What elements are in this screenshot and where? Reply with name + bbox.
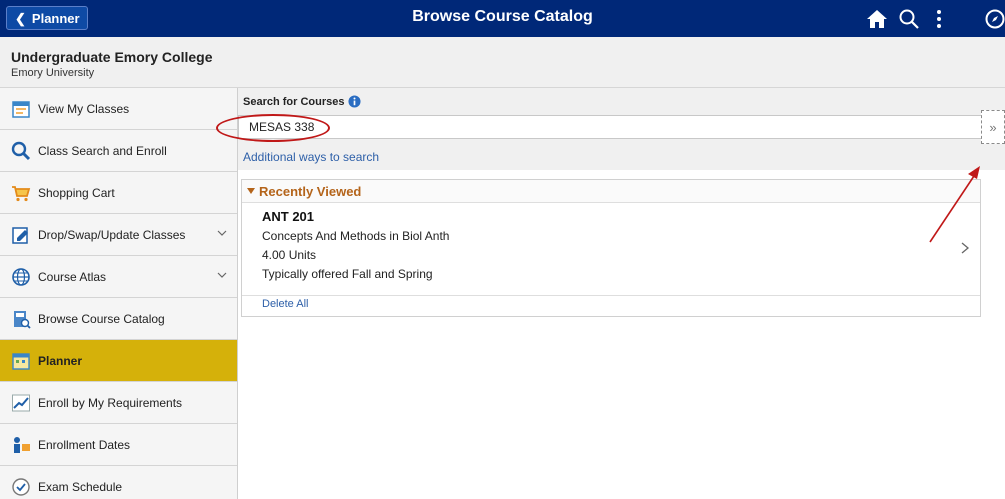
search-panel: Search for Courses » Additional ways to … bbox=[238, 88, 1005, 170]
sidebar-item-view-my-classes[interactable]: View My Classes bbox=[0, 88, 237, 130]
search-label-text: Search for Courses bbox=[243, 95, 345, 108]
sidebar-item-enrollment-dates[interactable]: Enrollment Dates bbox=[0, 424, 237, 466]
sidebar-item-label: Enrollment Dates bbox=[38, 437, 131, 452]
actions-menu-icon[interactable] bbox=[928, 8, 950, 30]
sidebar-item-class-search[interactable]: Class Search and Enroll bbox=[0, 130, 237, 172]
annotation-arrow bbox=[929, 166, 980, 243]
chevron-down-icon bbox=[217, 272, 227, 278]
sidebar-item-shopping-cart[interactable]: Shopping Cart bbox=[0, 172, 237, 214]
sidebar-item-label: View My Classes bbox=[38, 101, 130, 116]
recently-viewed-header[interactable]: Recently Viewed bbox=[242, 180, 980, 203]
career-name: Undergraduate Emory College bbox=[11, 49, 213, 65]
calendar-icon bbox=[12, 100, 30, 118]
recently-viewed-heading: Recently Viewed bbox=[259, 183, 362, 199]
globe-icon bbox=[12, 267, 30, 286]
edit-document-icon bbox=[12, 226, 28, 244]
course-code: ANT 201 bbox=[262, 209, 315, 224]
sidebar-item-enroll-by-requirements[interactable]: Enroll by My Requirements bbox=[0, 382, 237, 424]
career-header: Undergraduate Emory College Emory Univer… bbox=[0, 37, 1005, 88]
search-icon[interactable] bbox=[898, 8, 920, 30]
magnifier-icon bbox=[11, 141, 31, 160]
additional-ways-to-search-link[interactable]: Additional ways to search bbox=[243, 150, 379, 164]
sidebar-item-label: Enroll by My Requirements bbox=[38, 395, 183, 410]
search-go-button[interactable]: » bbox=[981, 110, 1005, 144]
sidebar-item-exam-schedule[interactable]: Exam Schedule bbox=[0, 466, 237, 499]
info-icon[interactable] bbox=[348, 95, 362, 108]
sidebar-item-course-atlas[interactable]: Course Atlas bbox=[0, 256, 237, 298]
course-units: 4.00 Units bbox=[262, 248, 317, 262]
enrollment-person-icon bbox=[14, 436, 30, 453]
delete-all-link[interactable]: Delete All bbox=[262, 298, 308, 310]
sidebar-item-drop-swap-update[interactable]: Drop/Swap/Update Classes bbox=[0, 214, 237, 256]
sidebar-item-label: Drop/Swap/Update Classes bbox=[38, 227, 186, 242]
annotation-ellipse bbox=[216, 114, 330, 142]
course-row[interactable]: ANT 201 Concepts And Methods in Biol Ant… bbox=[242, 203, 980, 296]
recently-viewed-panel: Recently Viewed ANT 201 Concepts And Met… bbox=[241, 179, 981, 317]
sidebar-item-label: Class Search and Enroll bbox=[38, 143, 167, 158]
sidebar-item-browse-catalog[interactable]: Browse Course Catalog bbox=[0, 298, 237, 340]
page-title: Browse Course Catalog bbox=[412, 8, 593, 25]
course-search-input[interactable] bbox=[238, 115, 983, 139]
exam-clock-icon bbox=[12, 477, 30, 496]
home-icon[interactable] bbox=[866, 8, 888, 30]
sidebar-item-planner[interactable]: Planner bbox=[0, 340, 237, 382]
sidebar-item-label: Shopping Cart bbox=[38, 185, 115, 200]
course-offered: Typically offered Fall and Spring bbox=[262, 267, 433, 281]
collapse-triangle-icon bbox=[247, 188, 255, 194]
catalog-book-icon bbox=[14, 310, 31, 329]
institution-name: Emory University bbox=[11, 67, 95, 79]
sidebar-item-label: Browse Course Catalog bbox=[38, 311, 165, 326]
shopping-cart-icon bbox=[12, 185, 31, 201]
trend-chart-icon bbox=[12, 394, 30, 411]
course-title: Concepts And Methods in Biol Anth bbox=[262, 229, 450, 243]
sidebar-item-label: Planner bbox=[38, 353, 83, 368]
sidebar-nav: View My Classes Class Search and Enroll … bbox=[0, 88, 238, 499]
navbar-compass-icon[interactable] bbox=[984, 8, 1005, 30]
planner-icon bbox=[12, 352, 30, 370]
chevron-down-icon bbox=[217, 230, 227, 236]
sidebar-item-label: Course Atlas bbox=[38, 269, 107, 284]
main-content: Search for Courses » Additional ways to … bbox=[238, 88, 1005, 499]
top-header-bar: ❮ Planner Browse Course Catalog bbox=[0, 0, 1005, 37]
search-label: Search for Courses bbox=[243, 95, 362, 108]
sidebar-item-label: Exam Schedule bbox=[38, 479, 123, 494]
